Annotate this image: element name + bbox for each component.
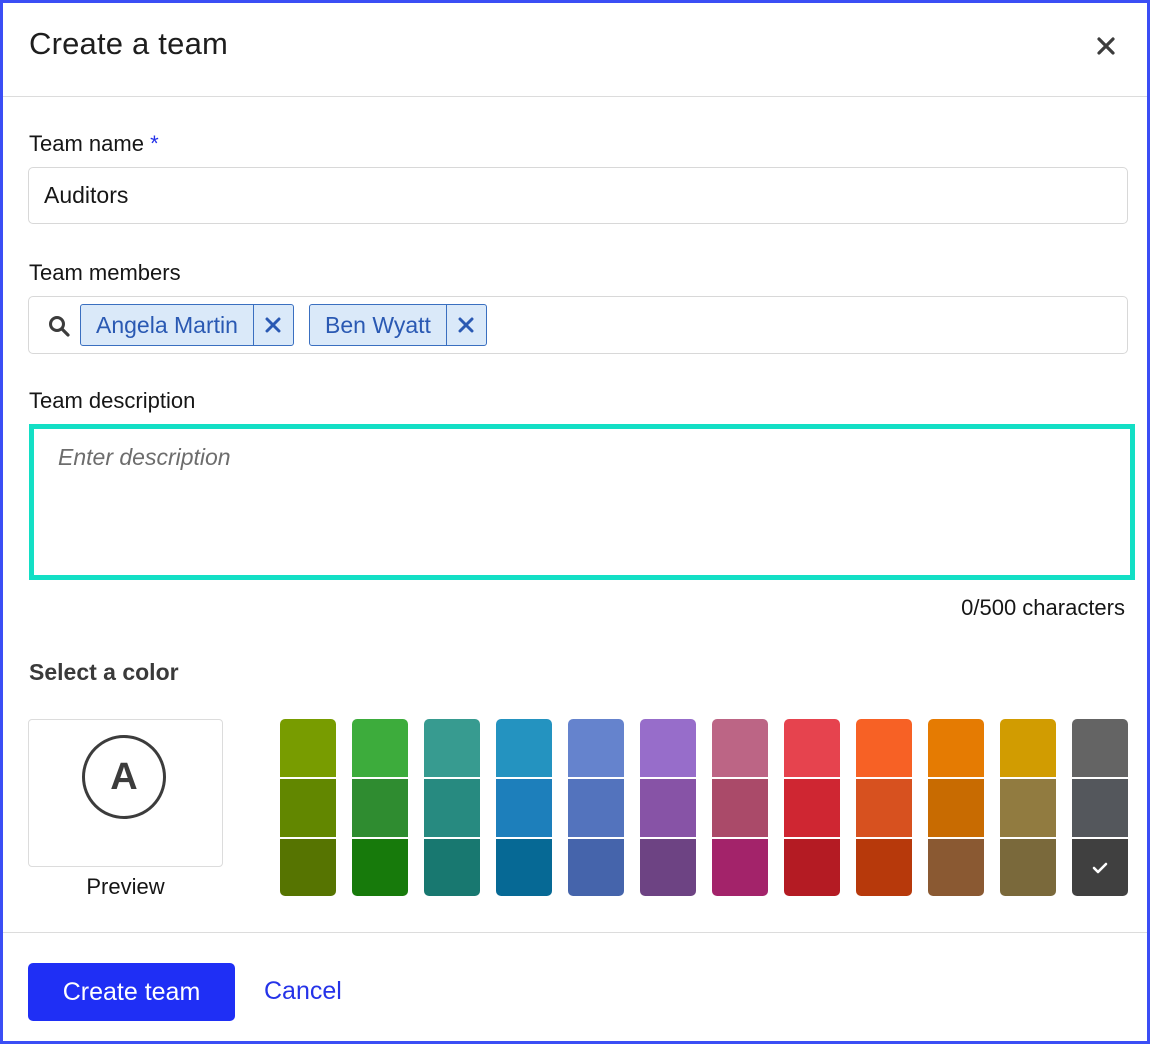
avatar: A xyxy=(82,735,166,819)
color-swatch[interactable] xyxy=(640,779,696,837)
close-icon xyxy=(265,317,281,333)
remove-member-button[interactable] xyxy=(252,305,293,345)
close-icon xyxy=(458,317,474,333)
color-swatch[interactable] xyxy=(424,719,480,777)
member-tag-label: Angela Martin xyxy=(96,312,238,338)
color-swatch[interactable] xyxy=(496,839,552,896)
create-team-button[interactable]: Create team xyxy=(28,963,235,1021)
color-swatch[interactable] xyxy=(496,779,552,837)
color-column xyxy=(352,719,408,896)
dialog-footer: Create team Cancel xyxy=(3,932,1147,1045)
team-members-label: Team members xyxy=(29,260,181,285)
cancel-button[interactable]: Cancel xyxy=(264,977,342,1006)
description-placeholder: Enter description xyxy=(58,444,231,470)
team-description-label: Team description xyxy=(29,388,196,413)
color-column xyxy=(784,719,840,896)
color-swatch[interactable] xyxy=(568,719,624,777)
color-swatch[interactable] xyxy=(280,839,336,896)
required-marker: * xyxy=(150,131,159,156)
dialog-header: Create a team xyxy=(3,3,1147,97)
member-tag-label: Ben Wyatt xyxy=(325,312,431,338)
color-swatch[interactable] xyxy=(424,779,480,837)
color-swatch[interactable] xyxy=(856,719,912,777)
member-tag: Angela Martin xyxy=(80,304,294,346)
color-swatch[interactable] xyxy=(928,779,984,837)
color-swatch[interactable] xyxy=(784,719,840,777)
color-column xyxy=(496,719,552,896)
color-column xyxy=(640,719,696,896)
color-column xyxy=(568,719,624,896)
color-swatch[interactable] xyxy=(352,839,408,896)
color-column xyxy=(424,719,480,896)
color-swatch[interactable] xyxy=(784,779,840,837)
team-members-input[interactable]: Angela Martin Ben Wyatt xyxy=(28,296,1128,354)
color-swatch[interactable] xyxy=(352,779,408,837)
character-counter: 0/500 characters xyxy=(961,595,1125,620)
color-swatch[interactable] xyxy=(1000,719,1056,777)
color-column xyxy=(1000,719,1056,896)
color-palette xyxy=(280,719,1130,896)
color-swatch[interactable] xyxy=(856,839,912,896)
color-swatch[interactable] xyxy=(1000,779,1056,837)
member-tag: Ben Wyatt xyxy=(309,304,487,346)
color-swatch[interactable] xyxy=(712,779,768,837)
dialog-title: Create a team xyxy=(29,26,229,61)
color-swatch[interactable] xyxy=(280,779,336,837)
check-icon xyxy=(1092,862,1108,873)
close-button[interactable] xyxy=(1091,31,1121,61)
color-swatch[interactable] xyxy=(928,839,984,896)
color-swatch[interactable] xyxy=(424,839,480,896)
color-swatch[interactable] xyxy=(1072,779,1128,837)
color-swatch[interactable] xyxy=(856,779,912,837)
color-preview: A xyxy=(28,719,223,867)
color-swatch[interactable] xyxy=(496,719,552,777)
close-icon xyxy=(1097,37,1115,55)
search-icon xyxy=(49,316,70,337)
color-swatch[interactable] xyxy=(712,719,768,777)
color-swatch[interactable] xyxy=(352,719,408,777)
color-swatch[interactable] xyxy=(640,839,696,896)
color-column xyxy=(1072,719,1128,896)
create-team-dialog: Create a team Team name * Auditors Team … xyxy=(0,0,1150,1044)
color-swatch[interactable] xyxy=(784,839,840,896)
color-swatch[interactable] xyxy=(280,719,336,777)
color-section-heading: Select a color xyxy=(29,659,179,685)
remove-member-button[interactable] xyxy=(445,305,486,345)
color-swatch[interactable] xyxy=(928,719,984,777)
color-swatch[interactable] xyxy=(1072,719,1128,777)
color-swatch[interactable] xyxy=(1000,839,1056,896)
color-column xyxy=(712,719,768,896)
color-column xyxy=(280,719,336,896)
color-swatch[interactable] xyxy=(568,779,624,837)
color-column xyxy=(928,719,984,896)
team-name-value: Auditors xyxy=(44,182,129,208)
color-swatch[interactable] xyxy=(712,839,768,896)
color-swatch[interactable] xyxy=(568,839,624,896)
team-name-input[interactable]: Auditors xyxy=(28,167,1128,224)
team-name-label: Team name * xyxy=(29,131,159,156)
color-column xyxy=(856,719,912,896)
team-description-textarea[interactable]: Enter description xyxy=(29,424,1135,580)
preview-label: Preview xyxy=(86,874,165,899)
color-swatch[interactable] xyxy=(640,719,696,777)
color-swatch-selected[interactable] xyxy=(1072,839,1128,896)
